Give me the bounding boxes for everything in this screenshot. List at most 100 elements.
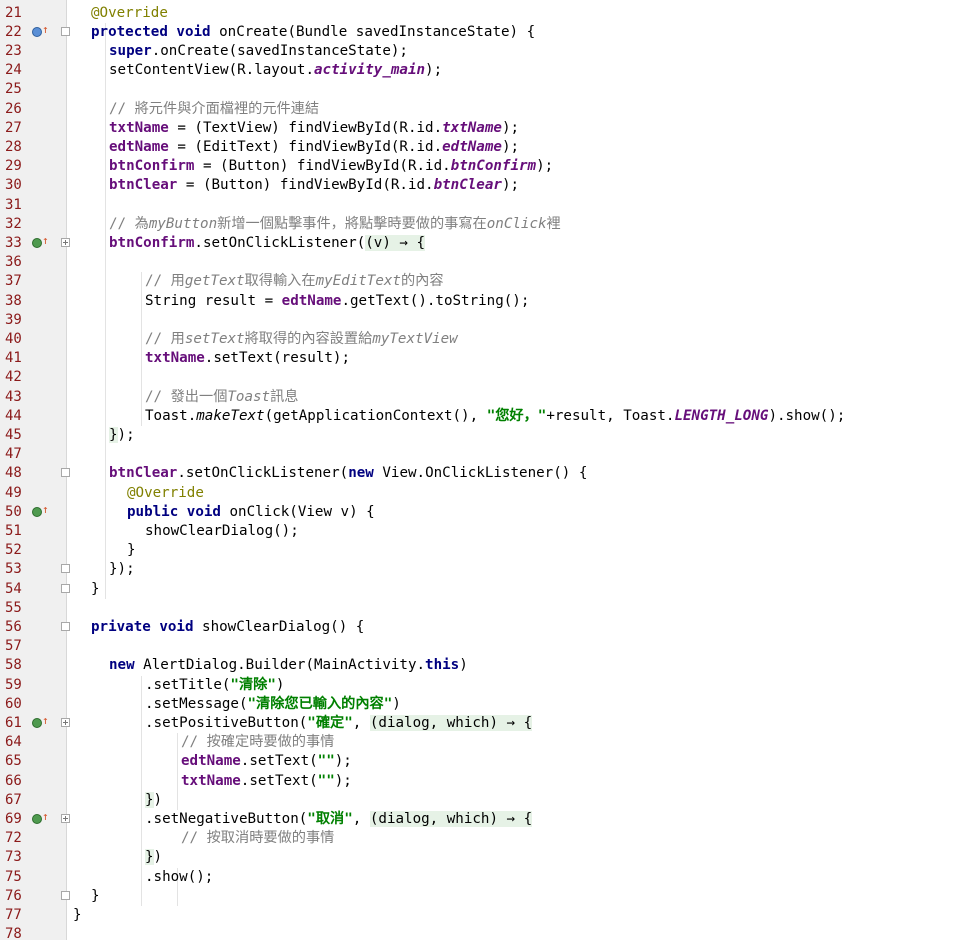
code-token: setContentView(R.layout. <box>109 62 314 79</box>
navigate-up-arrow-icon[interactable]: ↑ <box>42 234 49 248</box>
code-line[interactable]: 64 // 按確定時要做的事情 <box>0 733 975 752</box>
code-line[interactable]: 44 Toast.makeText(getApplicationContext()… <box>0 407 975 426</box>
line-number: 47 <box>5 446 22 463</box>
code-line[interactable]: 26 // 將元件與介面檔裡的元件連結 <box>0 100 975 119</box>
code-line[interactable]: 78 <box>0 925 975 944</box>
code-token: 將取得的內容設置給 <box>244 330 373 347</box>
code-line[interactable]: 67}) <box>0 791 975 810</box>
code-token: } <box>127 542 136 559</box>
code-line[interactable]: 60 .setMessage("清除您已輸入的內容") <box>0 695 975 714</box>
code-line[interactable]: 33 ↑ btnConfirm.setOnClickListener((v) → { <box>0 234 975 253</box>
fold-collapse-icon[interactable] <box>61 468 70 478</box>
code-line[interactable]: 73}) <box>0 848 975 867</box>
code-line[interactable]: 59 .setTitle("清除") <box>0 676 975 695</box>
code-text: edtName = (EditText) findViewById(R.id.e… <box>73 138 519 157</box>
fold-collapse-icon[interactable] <box>61 564 70 574</box>
code-text: } <box>73 541 136 560</box>
code-editor[interactable]: 21 @Override 22 ↑ protected void onCreate(Bu… <box>0 0 975 942</box>
code-line[interactable]: 72 // 按取消時要做的事情 <box>0 829 975 848</box>
navigate-up-arrow-icon[interactable]: ↑ <box>42 23 49 37</box>
code-line[interactable]: 54} <box>0 580 975 599</box>
code-text: txtName = (TextView) findViewById(R.id.t… <box>73 119 519 138</box>
implement-icon[interactable] <box>32 813 42 824</box>
code-text: // 按確定時要做的事情 <box>73 733 334 752</box>
fold-collapse-icon[interactable] <box>61 890 70 900</box>
code-token: onCreate(Bundle savedInstanceState) { <box>219 23 536 40</box>
code-line[interactable]: 30 btnClear = (Button) findViewById(R.id.… <box>0 176 975 195</box>
code-line[interactable]: 57 <box>0 637 975 656</box>
code-line[interactable]: 52} <box>0 541 975 560</box>
implement-icon[interactable] <box>32 237 42 248</box>
code-token: LENGTH_LONG <box>674 407 769 424</box>
fold-expand-icon[interactable] <box>61 717 70 727</box>
code-line[interactable]: 31 <box>0 196 975 215</box>
navigate-up-arrow-icon[interactable]: ↑ <box>42 503 49 517</box>
fold-expand-icon[interactable] <box>61 237 70 247</box>
navigate-up-arrow-icon[interactable]: ↑ <box>42 810 49 824</box>
fold-collapse-icon[interactable] <box>61 26 70 36</box>
code-line[interactable]: 40 // 用setText將取得的內容設置給myTextView <box>0 330 975 349</box>
code-line[interactable]: 53}); <box>0 560 975 579</box>
code-line[interactable]: 76} <box>0 887 975 906</box>
code-line[interactable]: 58 new AlertDialog.Builder(MainActivity.t… <box>0 656 975 675</box>
line-number: 48 <box>5 465 22 482</box>
code-line[interactable]: 47 <box>0 445 975 464</box>
code-token: .setMessage( <box>145 695 248 712</box>
code-line[interactable]: 65 edtName.setText(""); <box>0 752 975 771</box>
code-line[interactable]: 36 <box>0 253 975 272</box>
line-number: 76 <box>5 887 22 904</box>
code-line[interactable]: 39 <box>0 311 975 330</box>
code-line[interactable]: 24 setContentView(R.layout.activity_main)… <box>0 61 975 80</box>
code-token: 取得輸入在 <box>244 273 316 290</box>
implement-icon[interactable] <box>32 717 42 728</box>
code-line[interactable]: 50 ↑ public void onClick(View v) { <box>0 503 975 522</box>
code-line[interactable]: 41 txtName.setText(result); <box>0 349 975 368</box>
code-line[interactable]: 49 @Override <box>0 484 975 503</box>
code-token: "" <box>317 753 335 770</box>
code-text: txtName.setText(result); <box>73 349 350 368</box>
code-line[interactable]: 27 txtName = (TextView) findViewById(R.id… <box>0 119 975 138</box>
line-number: 43 <box>5 388 22 405</box>
line-number: 65 <box>5 753 22 770</box>
fold-collapse-icon[interactable] <box>61 583 70 593</box>
code-line[interactable]: 56 private void showClearDialog() { <box>0 618 975 637</box>
code-line[interactable]: 42 <box>0 368 975 387</box>
code-line[interactable]: 61 ↑ .setPositiveButton("確定", (dialog, whi… <box>0 714 975 733</box>
code-token: .onCreate(savedInstanceState); <box>151 42 408 59</box>
code-token: , <box>352 714 370 731</box>
code-line[interactable]: 23 super.onCreate(savedInstanceState); <box>0 42 975 61</box>
code-text: }); <box>73 560 135 579</box>
code-line[interactable]: 28 edtName = (EditText) findViewById(R.id… <box>0 138 975 157</box>
line-number: 45 <box>5 426 22 443</box>
navigate-up-arrow-icon[interactable]: ↑ <box>42 714 49 728</box>
code-line[interactable]: 21 @Override <box>0 4 975 23</box>
code-line[interactable]: 48 btnClear.setOnClickListener(new View.O… <box>0 464 975 483</box>
code-line[interactable]: 69 ↑ .setNegativeButton("取消", (dialog, whi… <box>0 810 975 829</box>
code-text: showClearDialog(); <box>73 522 299 541</box>
code-line[interactable]: 77} <box>0 906 975 925</box>
code-line[interactable]: 55 <box>0 599 975 618</box>
code-token: .setOnClickListener( <box>194 234 366 251</box>
code-token: } <box>145 849 154 866</box>
implement-icon[interactable] <box>32 506 42 517</box>
code-line[interactable]: 43 // 發出一個Toast訊息 <box>0 388 975 407</box>
code-line[interactable]: 75 .show(); <box>0 868 975 887</box>
code-token: , <box>352 810 370 827</box>
code-line[interactable]: 37 // 用getText取得輸入在myEditText的內容 <box>0 272 975 291</box>
code-line[interactable]: 66 txtName.setText(""); <box>0 772 975 791</box>
line-number: 25 <box>5 81 22 98</box>
code-line[interactable]: 45}); <box>0 426 975 445</box>
code-line[interactable]: 32 // 為myButton新增一個點擊事件，將點擊時要做的事寫在onClick… <box>0 215 975 234</box>
code-line[interactable]: 51 showClearDialog(); <box>0 522 975 541</box>
line-number: 60 <box>5 695 22 712</box>
code-token: (getApplicationContext(), <box>264 407 487 424</box>
fold-expand-icon[interactable] <box>61 813 70 823</box>
code-line[interactable]: 25 <box>0 80 975 99</box>
fold-collapse-icon[interactable] <box>61 621 70 631</box>
code-line[interactable]: 29 btnConfirm = (Button) findViewById(R.i… <box>0 157 975 176</box>
code-token: myEditText <box>315 273 401 290</box>
override-icon[interactable] <box>32 26 42 37</box>
code-token: // 用 <box>145 330 185 347</box>
code-line[interactable]: 22 ↑ protected void onCreate(Bundle savedI… <box>0 23 975 42</box>
code-line[interactable]: 38 String result = edtName.getText().toSt… <box>0 292 975 311</box>
